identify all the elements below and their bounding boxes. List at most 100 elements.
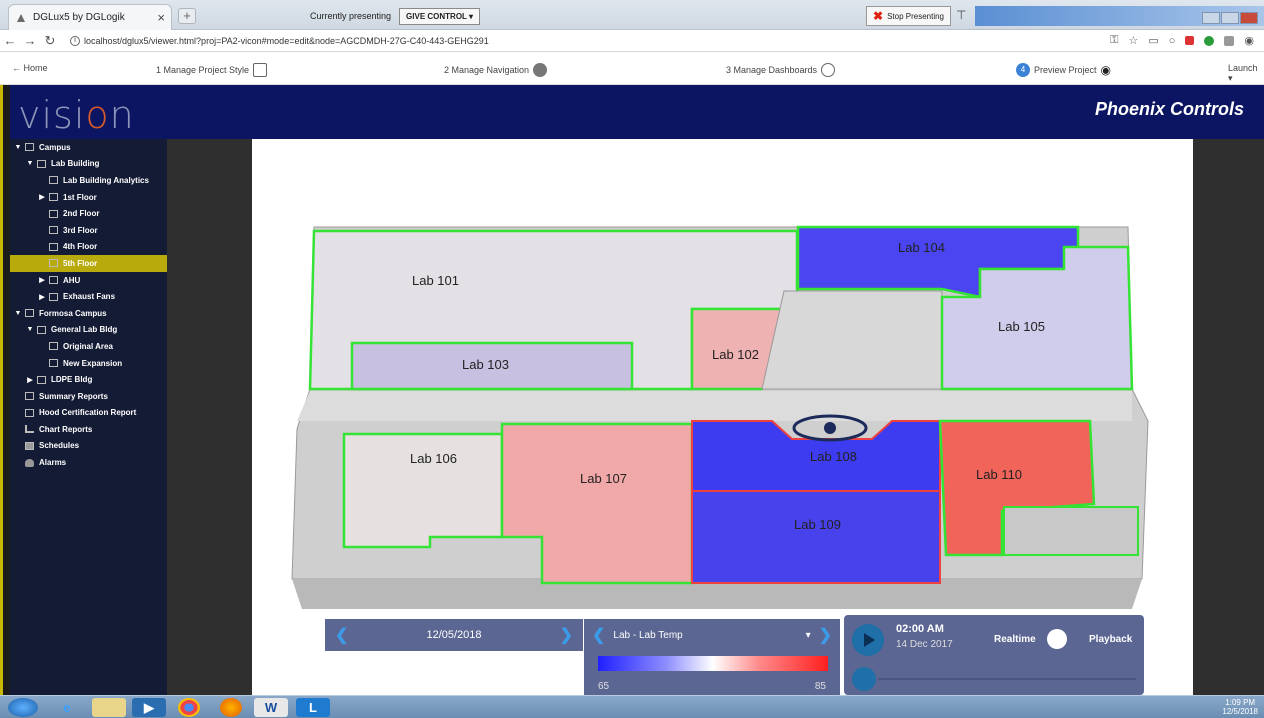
- step-preview-project[interactable]: 4 Preview Project ◉: [1016, 63, 1111, 77]
- extension-circle-icon[interactable]: ○: [1169, 35, 1176, 47]
- pin-icon[interactable]: ⊤: [956, 8, 966, 22]
- node-icon: [25, 392, 34, 401]
- profile-icon[interactable]: ◉: [1244, 34, 1254, 47]
- tree-item-label: Hood Certification Report: [39, 408, 137, 418]
- key-icon[interactable]: ⚿: [1110, 34, 1118, 47]
- step-manage-project-style[interactable]: 1 Manage Project Style: [156, 63, 268, 77]
- back-icon[interactable]: ←: [0, 33, 20, 48]
- playback-label: Playback: [1089, 634, 1133, 645]
- start-button[interactable]: [8, 698, 38, 717]
- site-info-icon[interactable]: i: [70, 35, 80, 46]
- node-icon: [37, 325, 46, 334]
- collapse-caret-icon[interactable]: ▼: [26, 160, 34, 167]
- node-icon: [49, 209, 58, 218]
- playback-time: 02:00 AM: [896, 623, 944, 635]
- extension-red-icon[interactable]: [1185, 36, 1195, 45]
- next-date-button[interactable]: ❯: [560, 625, 573, 645]
- tree-item-schedules[interactable]: Schedules: [10, 438, 167, 455]
- timeline-scrubber[interactable]: [852, 667, 876, 691]
- tree-item-campus[interactable]: ▼ Campus: [10, 139, 167, 156]
- collapse-caret-icon[interactable]: ▼: [26, 326, 34, 333]
- tree-item-original-area[interactable]: Original Area: [10, 338, 167, 355]
- tree-item-alarms[interactable]: Alarms: [10, 454, 167, 471]
- clock-icon: [821, 63, 836, 77]
- tree-item-2nd-floor[interactable]: 2nd Floor: [10, 205, 167, 222]
- tree-item-ahu[interactable]: ▶ AHU: [10, 272, 167, 289]
- metric-select[interactable]: Lab - Lab Temp: [613, 630, 797, 641]
- collapse-caret-icon[interactable]: ▼: [14, 310, 22, 317]
- tree-item-lab-building[interactable]: ▼ Lab Building: [10, 156, 167, 173]
- tree-item-lab-building-analytics[interactable]: Lab Building Analytics: [10, 172, 167, 189]
- expand-caret-icon[interactable]: ▶: [38, 293, 46, 301]
- phoenix-controls-logo: Phoenix Controls: [1094, 99, 1244, 119]
- tree-item-formosa-campus[interactable]: ▼ Formosa Campus: [10, 305, 167, 322]
- expand-caret-icon[interactable]: ▶: [38, 193, 46, 201]
- firefox-icon[interactable]: [220, 698, 242, 717]
- browser-tab[interactable]: DGLux5 by DGLogik ×: [8, 4, 172, 30]
- new-tab-button[interactable]: +: [178, 8, 196, 24]
- tree-item-summary-reports[interactable]: Summary Reports: [10, 388, 167, 405]
- give-control-button[interactable]: GIVE CONTROL ▾: [399, 7, 481, 25]
- tree-item-label: Lab Building Analytics: [63, 175, 149, 185]
- tree-item-4th-floor[interactable]: 4th Floor: [10, 239, 167, 256]
- cast-icon[interactable]: ▭: [1148, 34, 1158, 47]
- tree-item-5th-floor[interactable]: 5th Floor: [10, 255, 167, 272]
- word-icon[interactable]: W: [254, 698, 288, 717]
- tree-item-label: Summary Reports: [39, 391, 108, 401]
- main-view: Lab 101 Lab 102 Lab 103 Lab 104 Lab 105 …: [167, 139, 1264, 697]
- play-button[interactable]: [852, 624, 884, 656]
- minimize-button[interactable]: [1202, 12, 1220, 24]
- timeline-track[interactable]: [878, 678, 1136, 680]
- navigation-tree: ▼ Campus ▼ Lab Building Lab Building Analyti…: [10, 139, 167, 695]
- url-field[interactable]: i localhost/dglux5/viewer.html?proj=PA2-…: [70, 35, 489, 46]
- step-manage-dashboards[interactable]: 3 Manage Dashboards: [726, 63, 836, 77]
- clock-time: 1:09 PM: [1225, 698, 1256, 707]
- tree-item-hood-certification-report[interactable]: Hood Certification Report: [10, 405, 167, 422]
- extension-gray-icon[interactable]: [1224, 35, 1235, 46]
- lab-102-label: Lab 102: [712, 347, 759, 362]
- extension-icons: ⚿ ☆ ▭ ○ ◉: [1110, 34, 1254, 47]
- tree-item-new-expansion[interactable]: New Expansion: [10, 355, 167, 372]
- clock-date: 12/5/2018: [1222, 707, 1258, 716]
- bookmark-star-icon[interactable]: ☆: [1128, 34, 1138, 47]
- step-manage-navigation[interactable]: 2 Manage Navigation: [444, 63, 548, 77]
- collapse-caret-icon[interactable]: ▼: [14, 144, 22, 151]
- lab-109-zone[interactable]: [691, 490, 941, 584]
- node-icon: [49, 259, 58, 268]
- maximize-button[interactable]: [1221, 12, 1239, 24]
- realtime-label: Realtime: [994, 634, 1036, 645]
- expand-caret-icon[interactable]: ▶: [26, 376, 34, 384]
- tab-close-icon[interactable]: ×: [157, 10, 165, 25]
- ie-icon[interactable]: e: [50, 698, 84, 717]
- home-link[interactable]: ← Home: [12, 63, 48, 73]
- tree-item-chart-reports[interactable]: Chart Reports: [10, 421, 167, 438]
- node-icon: [37, 375, 46, 384]
- prev-date-button[interactable]: ❮: [335, 625, 348, 645]
- realtime-playback-toggle[interactable]: [1047, 629, 1067, 649]
- prev-metric-button[interactable]: ❮: [592, 625, 605, 645]
- expand-caret-icon[interactable]: ▶: [38, 276, 46, 284]
- tree-item-1st-floor[interactable]: ▶ 1st Floor: [10, 189, 167, 206]
- extension-green-icon[interactable]: [1204, 35, 1215, 46]
- play-icon: [864, 633, 875, 647]
- tree-item-general-lab-bldg[interactable]: ▼ General Lab Bldg: [10, 322, 167, 339]
- forward-icon[interactable]: →: [20, 33, 40, 48]
- temperature-color-scale: [598, 656, 828, 671]
- metric-dropdown-icon[interactable]: ▾: [806, 630, 811, 641]
- tree-item-ldpe-bldg[interactable]: ▶ LDPE Bldg: [10, 371, 167, 388]
- explorer-icon[interactable]: [92, 698, 126, 717]
- lync-icon[interactable]: L: [296, 698, 330, 717]
- system-clock[interactable]: 1:09 PM 12/5/2018: [1222, 698, 1258, 716]
- tree-item-exhaust-fans[interactable]: ▶ Exhaust Fans: [10, 288, 167, 305]
- tree-item-3rd-floor[interactable]: 3rd Floor: [10, 222, 167, 239]
- chrome-icon[interactable]: [178, 698, 200, 717]
- next-metric-button[interactable]: ❯: [819, 625, 832, 645]
- media-player-icon[interactable]: ▶: [132, 698, 166, 717]
- stop-presenting-button[interactable]: ✖ Stop Presenting: [866, 6, 951, 26]
- close-window-button[interactable]: [1240, 12, 1258, 24]
- eye-emblem-pupil: [824, 422, 836, 434]
- lab-108-label: Lab 108: [810, 449, 857, 464]
- windows-taskbar: e ▶ W L 1:09 PM 12/5/2018: [0, 695, 1264, 718]
- reload-icon[interactable]: ↻: [40, 33, 60, 49]
- launch-menu[interactable]: Launch ▾: [1228, 63, 1264, 84]
